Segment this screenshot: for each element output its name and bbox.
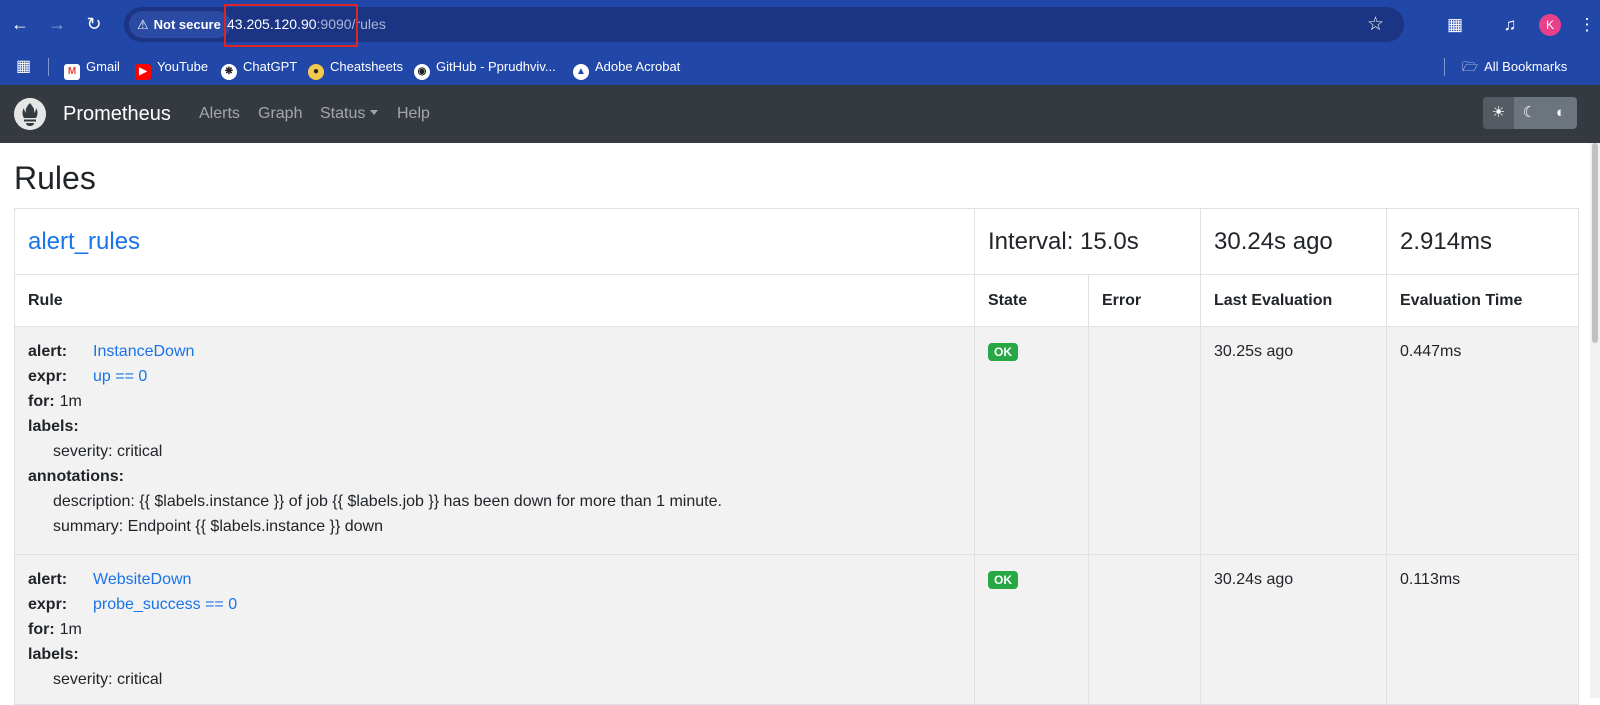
rules-table: alert_rules Interval: 15.0s 30.24s ago 2… <box>14 208 1579 705</box>
bookmark-label: Cheatsheets <box>330 59 403 74</box>
col-state: State <box>974 274 1089 327</box>
rule-definition: alert: WebsiteDown expr: probe_success == … <box>14 554 975 705</box>
nav-help[interactable]: Help <box>397 85 430 143</box>
for-value: 1m <box>59 621 82 638</box>
bookmarks-bar: ▦ M Gmail ▶ YouTube ❋ ChatGPT ● Cheatsheets … <box>0 49 1600 85</box>
bookmark-cheatsheets[interactable]: ● Cheatsheets <box>308 55 403 80</box>
moon-icon[interactable]: ☾ <box>1514 97 1545 129</box>
bookmark-star-icon[interactable]: ☆ <box>1367 12 1384 37</box>
reload-icon[interactable]: ↻ <box>82 12 106 36</box>
alert-key: alert: <box>28 571 68 588</box>
annotation-description: description: {{ $labels.instance }} of j… <box>53 493 722 510</box>
prometheus-navbar: Prometheus Alerts Graph Status Help ☀ ☾ … <box>0 85 1600 143</box>
bookmarks-divider <box>48 58 49 76</box>
forward-arrow-icon[interactable]: → <box>45 12 69 36</box>
rule-last-evaluation: 30.24s ago <box>1200 554 1387 705</box>
bookmark-label: ChatGPT <box>243 59 298 74</box>
page-title: Rules <box>14 160 96 196</box>
folder-icon: 🗁 <box>1462 59 1479 74</box>
media-queue-icon[interactable]: ♫ <box>1497 12 1523 38</box>
rule-error <box>1088 554 1201 705</box>
group-interval: Interval: 15.0s <box>974 208 1201 275</box>
page-scrollbar[interactable] <box>1590 143 1600 698</box>
back-arrow-icon[interactable]: ← <box>8 12 32 36</box>
security-chip[interactable]: ⚠ Not secure <box>129 11 231 38</box>
label-severity: severity: critical <box>53 671 163 688</box>
col-last-evaluation: Last Evaluation <box>1200 274 1387 327</box>
bookmarks-divider <box>1444 58 1445 76</box>
warning-icon: ⚠ <box>137 17 149 32</box>
expr-key: expr: <box>28 596 68 613</box>
bookmark-label: Gmail <box>86 59 120 74</box>
alert-name-link[interactable]: InstanceDown <box>93 343 194 360</box>
cheatsheets-icon: ● <box>308 64 324 80</box>
bookmark-gmail[interactable]: M Gmail <box>64 55 120 80</box>
bookmark-label: Adobe Acrobat <box>595 59 681 74</box>
nav-status-dropdown[interactable]: Status <box>320 85 379 143</box>
table-row: alert: InstanceDown expr: up == 0 for: 1m l… <box>14 326 1579 555</box>
rule-group-name[interactable]: alert_rules <box>28 228 140 255</box>
col-error: Error <box>1088 274 1201 327</box>
expr-link[interactable]: up == 0 <box>93 368 147 385</box>
caret-down-icon <box>370 110 379 115</box>
gmail-icon: M <box>64 64 80 80</box>
chatgpt-icon: ❋ <box>221 64 237 80</box>
theme-toggle-group: ☀ ☾ ◐ <box>1483 97 1577 129</box>
table-header-row: Rule State Error Last Evaluation Evaluat… <box>14 274 1579 327</box>
rule-group-header: alert_rules Interval: 15.0s 30.24s ago 2… <box>14 208 1579 275</box>
rule-state: OK <box>974 554 1089 705</box>
expr-key: expr: <box>28 368 68 385</box>
label-severity: severity: critical <box>53 443 163 460</box>
youtube-icon: ▶ <box>135 64 151 80</box>
rule-state: OK <box>974 326 1089 555</box>
annotation-summary: summary: Endpoint {{ $labels.instance }}… <box>53 518 383 535</box>
extensions-icon[interactable]: ▦ <box>1442 12 1468 38</box>
prometheus-brand[interactable]: Prometheus <box>63 85 171 143</box>
expr-link[interactable]: probe_success == 0 <box>93 596 237 613</box>
rule-evaluation-time: 0.113ms <box>1386 554 1579 705</box>
all-bookmarks-label: All Bookmarks <box>1484 59 1568 74</box>
alert-key: alert: <box>28 343 68 360</box>
for-key: for: <box>28 621 55 638</box>
labels-key: labels: <box>28 418 79 435</box>
rule-evaluation-time: 0.447ms <box>1386 326 1579 555</box>
profile-avatar[interactable]: K <box>1539 14 1561 36</box>
bookmark-acrobat[interactable]: ▲ Adobe Acrobat <box>573 55 681 80</box>
bookmark-chatgpt[interactable]: ❋ ChatGPT <box>221 55 298 80</box>
alert-name-link[interactable]: WebsiteDown <box>93 571 191 588</box>
security-label: Not secure <box>153 17 221 32</box>
nav-alerts[interactable]: Alerts <box>199 85 240 143</box>
bookmark-github[interactable]: ◉ GitHub - Pprudhviv... <box>414 55 556 80</box>
acrobat-icon: ▲ <box>573 64 589 80</box>
all-bookmarks-button[interactable]: 🗁 All Bookmarks <box>1462 55 1567 79</box>
url-highlight-box <box>224 4 358 47</box>
rule-error <box>1088 326 1201 555</box>
sun-icon[interactable]: ☀ <box>1483 97 1514 129</box>
prometheus-logo-icon[interactable] <box>14 98 46 130</box>
rule-last-evaluation: 30.25s ago <box>1200 326 1387 555</box>
bookmark-label: GitHub - Pprudhviv... <box>436 59 556 74</box>
col-rule: Rule <box>14 274 975 327</box>
group-last-evaluation: 30.24s ago <box>1200 208 1387 275</box>
scrollbar-thumb[interactable] <box>1592 143 1598 343</box>
labels-key: labels: <box>28 646 79 663</box>
annotations-key: annotations: <box>28 468 124 485</box>
browser-menu-icon[interactable]: ⋮ <box>1574 12 1600 38</box>
group-evaluation-time: 2.914ms <box>1386 208 1579 275</box>
for-key: for: <box>28 393 55 410</box>
nav-graph[interactable]: Graph <box>258 85 302 143</box>
for-value: 1m <box>59 393 82 410</box>
nav-status-label: Status <box>320 105 366 122</box>
bookmark-youtube[interactable]: ▶ YouTube <box>135 55 209 80</box>
status-badge: OK <box>988 343 1018 361</box>
status-badge: OK <box>988 571 1018 589</box>
rule-definition: alert: InstanceDown expr: up == 0 for: 1m l… <box>14 326 975 555</box>
contrast-icon[interactable]: ◐ <box>1545 97 1576 129</box>
table-row: alert: WebsiteDown expr: probe_success == … <box>14 554 1579 705</box>
col-evaluation-time: Evaluation Time <box>1386 274 1579 327</box>
bookmark-label: YouTube <box>157 59 209 74</box>
apps-grid-icon[interactable]: ▦ <box>16 55 31 79</box>
github-icon: ◉ <box>414 64 430 80</box>
